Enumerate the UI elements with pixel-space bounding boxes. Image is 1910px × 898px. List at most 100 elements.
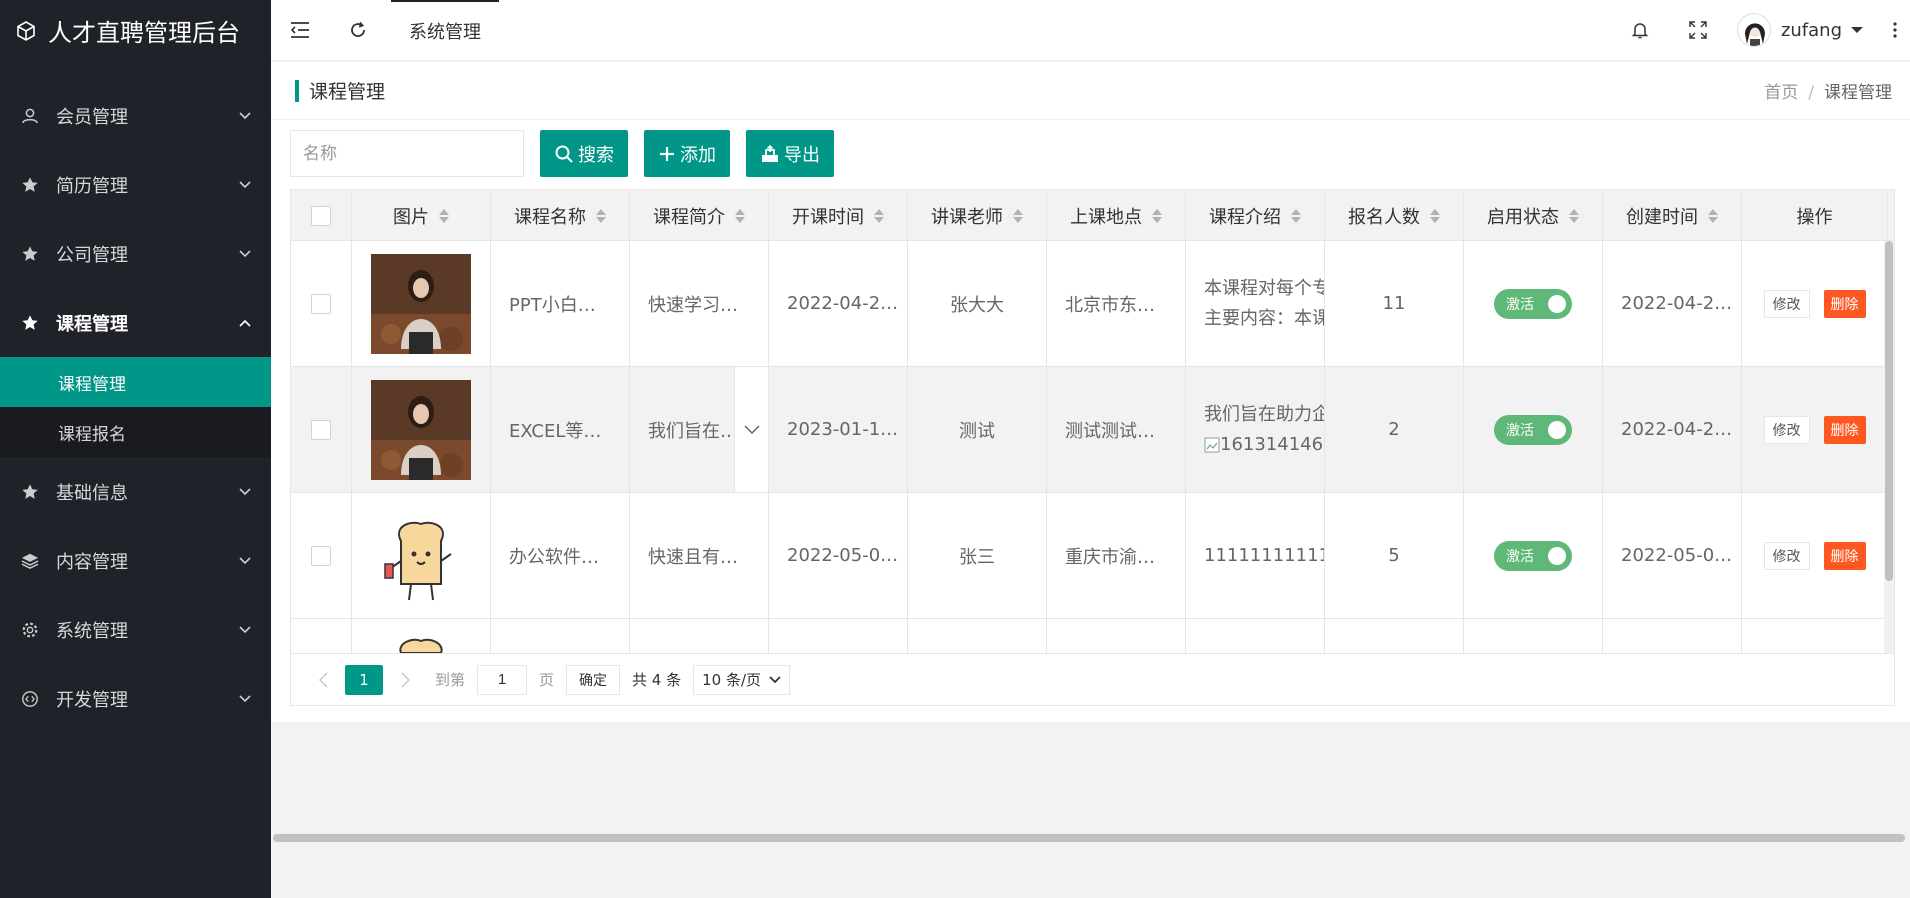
notification-button[interactable] (1611, 0, 1669, 61)
submenu-item-course-signup[interactable]: 课程报名 (0, 407, 271, 457)
chevron-up-icon (239, 319, 251, 327)
page-number-current[interactable]: 1 (345, 664, 383, 695)
sidebar-item-content[interactable]: 内容管理 (0, 526, 271, 595)
course-table: 图片 课程名称 课程简介 开课时间 讲课老师 上课地点 课程介绍 报名人数 启用… (290, 189, 1895, 706)
brief-cell (630, 619, 769, 654)
sort-icon[interactable] (1291, 208, 1301, 223)
export-button[interactable]: 导出 (746, 130, 834, 177)
edit-button[interactable]: 修改 (1763, 541, 1810, 570)
row-select-cell (291, 367, 352, 492)
app-title: 人才直聘管理后台 (48, 19, 240, 47)
col-header-start-time[interactable]: 开课时间 (769, 190, 908, 241)
chevron-down-icon (239, 111, 251, 119)
sidebar-item-label: 系统管理 (56, 620, 128, 642)
add-button[interactable]: 添加 (644, 130, 730, 177)
top-header: 系统管理 zufang (271, 0, 1910, 61)
brief-cell: 快速学习… (630, 241, 769, 366)
app-logo[interactable]: 人才直聘管理后台 (0, 0, 271, 61)
col-header-name[interactable]: 课程名称 (491, 190, 630, 241)
sidebar-item-resume[interactable]: 简历管理 (0, 150, 271, 219)
table-vertical-scrollbar[interactable] (1884, 241, 1894, 654)
teacher-cell: 张大大 (908, 241, 1047, 366)
col-header-brief[interactable]: 课程简介 (630, 190, 769, 241)
expand-cell-button[interactable] (734, 367, 768, 492)
toolbar: 搜索 添加 导出 (271, 120, 1910, 178)
sidebar-item-basic-info[interactable]: 基础信息 (0, 457, 271, 526)
sort-icon[interactable] (874, 208, 884, 223)
username: zufang (1780, 19, 1842, 41)
sort-icon[interactable] (1013, 208, 1023, 223)
sort-icon[interactable] (735, 208, 745, 223)
refresh-button[interactable] (329, 0, 387, 61)
col-header-count[interactable]: 报名人数 (1325, 190, 1464, 241)
collapse-menu-button[interactable] (271, 0, 329, 61)
edit-button[interactable]: 修改 (1763, 289, 1810, 318)
sidebar-item-dev[interactable]: 开发管理 (0, 664, 271, 733)
course-photo-woman[interactable] (371, 379, 471, 480)
status-toggle[interactable]: 激活 (1494, 414, 1572, 445)
sidebar-item-member[interactable]: 会员管理 (0, 81, 271, 150)
sidebar-item-course[interactable]: 课程管理 (0, 288, 271, 357)
user-menu[interactable]: zufang (1727, 13, 1880, 47)
delete-button[interactable]: 删除 (1823, 541, 1866, 570)
sidebar-item-system[interactable]: 系统管理 (0, 595, 271, 664)
page-horizontal-scrollbar[interactable] (271, 832, 1907, 844)
sort-icon[interactable] (1569, 208, 1579, 223)
goto-confirm-button[interactable]: 确定 (566, 664, 621, 695)
status-cell: 激活 (1464, 241, 1603, 366)
image-cell (352, 619, 491, 654)
col-header-status[interactable]: 启用状态 (1464, 190, 1603, 241)
breadcrumb-separator: / (1808, 83, 1814, 103)
teacher-cell: 测试 (908, 367, 1047, 492)
breadcrumb-home[interactable]: 首页 (1764, 83, 1798, 103)
more-button[interactable] (1880, 0, 1910, 61)
delete-button[interactable]: 删除 (1823, 415, 1866, 444)
actions-cell: 修改 删除 (1742, 241, 1888, 366)
fullscreen-button[interactable] (1669, 0, 1727, 61)
user-icon (20, 106, 40, 126)
sidebar: 人才直聘管理后台 会员管理 简历管理 公司管理 课程管理 课程管理 课程报名 基… (0, 0, 271, 898)
search-input[interactable] (290, 130, 524, 177)
sort-icon[interactable] (439, 208, 449, 223)
col-header-teacher[interactable]: 讲课老师 (908, 190, 1047, 241)
row-checkbox[interactable] (311, 293, 331, 314)
image-cell (352, 241, 491, 366)
col-header-image[interactable]: 图片 (352, 190, 491, 241)
sort-icon[interactable] (596, 208, 606, 223)
status-toggle[interactable]: 激活 (1494, 540, 1572, 571)
course-photo-toast-cartoon[interactable] (371, 505, 471, 606)
name-cell: 办公软件… (491, 493, 630, 618)
course-photo-woman[interactable] (371, 253, 471, 354)
delete-button[interactable]: 删除 (1823, 289, 1866, 318)
search-button[interactable]: 搜索 (540, 130, 628, 177)
page-size-select[interactable]: 10 条/页 (693, 664, 791, 695)
prev-page-button[interactable] (305, 665, 341, 695)
course-photo-toast-cartoon[interactable] (391, 633, 451, 653)
edit-button[interactable]: 修改 (1763, 415, 1810, 444)
goto-page-input[interactable] (477, 664, 528, 695)
col-header-intro[interactable]: 课程介绍 (1186, 190, 1325, 241)
app: 人才直聘管理后台 会员管理 简历管理 公司管理 课程管理 课程管理 课程报名 基… (0, 0, 1910, 898)
row-checkbox[interactable] (311, 545, 331, 566)
chevron-right-icon (400, 671, 410, 688)
brief-cell: 我们旨在… (630, 367, 769, 492)
status-toggle[interactable]: 激活 (1494, 288, 1572, 319)
sidebar-item-label: 简历管理 (56, 175, 128, 197)
count-cell: 5 (1325, 493, 1464, 618)
sort-icon[interactable] (1430, 208, 1440, 223)
col-header-place[interactable]: 上课地点 (1047, 190, 1186, 241)
row-checkbox[interactable] (311, 419, 331, 440)
submenu-item-course-manage[interactable]: 课程管理 (0, 357, 271, 407)
select-all-checkbox[interactable] (311, 205, 331, 226)
export-icon (762, 144, 778, 162)
chevron-down-icon (239, 625, 251, 633)
chevron-down-icon (239, 487, 251, 495)
next-page-button[interactable] (387, 665, 423, 695)
sort-icon[interactable] (1708, 208, 1718, 223)
actions-cell (1742, 619, 1888, 654)
sort-icon[interactable] (1152, 208, 1162, 223)
intro-cell: 我们旨在助力企 1613141468 (1186, 367, 1325, 492)
tab-system-manage[interactable]: 系统管理 (391, 0, 499, 61)
sidebar-item-company[interactable]: 公司管理 (0, 219, 271, 288)
col-header-created[interactable]: 创建时间 (1603, 190, 1742, 241)
